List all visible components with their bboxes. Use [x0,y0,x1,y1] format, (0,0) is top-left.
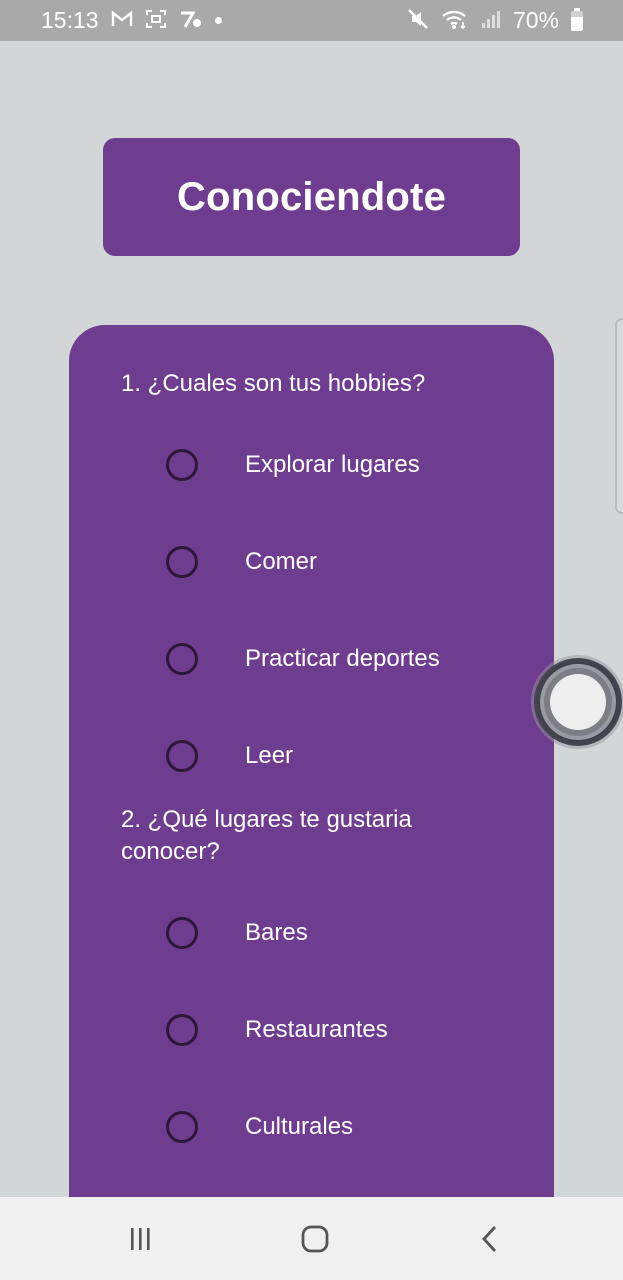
app-notification-icon [179,9,203,33]
option-explorar-lugares[interactable]: Explorar lugares [166,445,526,485]
option-practicar-deportes[interactable]: Practicar deportes [166,639,526,679]
back-icon [482,1226,497,1252]
radio-button[interactable] [166,917,198,949]
radio-button[interactable] [166,449,198,481]
option-label: Explorar lugares [245,451,420,478]
option-label: Bares [245,919,308,946]
edge-panel-handle[interactable] [615,318,623,514]
title-card: Conociendote [103,138,520,256]
option-restaurantes[interactable]: Restaurantes [166,1010,526,1050]
app-screen: 15:13 70% Conociendote 1. ¿Cuales son tu… [0,0,623,1280]
option-comer[interactable]: Comer [166,542,526,582]
option-label: Practicar deportes [245,645,440,672]
option-bares[interactable]: Bares [166,913,526,953]
option-label: Restaurantes [245,1016,388,1043]
recent-apps-icon [131,1228,150,1250]
status-bar-left: 15:13 [41,7,222,34]
status-bar: 15:13 70% [0,0,623,41]
status-bar-right: 70% [407,7,583,34]
option-label: Leer [245,742,294,769]
home-button[interactable] [295,1219,335,1259]
question-1: 1. ¿Cuales son tus hobbies? [121,370,426,397]
page-title: Conociendote [176,174,447,219]
battery-icon [571,7,583,31]
questionnaire-card: 1. ¿Cuales son tus hobbies? Explorar lug… [69,325,554,1225]
option-culturales[interactable]: Culturales [166,1107,526,1147]
navigation-bar [0,1197,623,1280]
radio-button[interactable] [166,740,198,772]
screenshot-icon [145,9,167,33]
assistive-touch-icon [550,674,606,730]
radio-button[interactable] [166,643,198,675]
option-label: Culturales [245,1113,354,1140]
signal-icon [481,9,501,33]
recent-apps-button[interactable] [120,1219,160,1259]
assistive-touch-button[interactable] [534,658,622,746]
gmail-icon [111,10,133,32]
question-2: 2. ¿Qué lugares te gustaria conocer? [121,806,412,865]
dot-icon [214,17,222,24]
home-icon [301,1225,329,1253]
status-time: 15:13 [41,7,99,33]
option-label: Comer [245,548,318,575]
battery-percent: 70% [512,7,559,33]
radio-button[interactable] [166,1111,198,1143]
back-button[interactable] [470,1219,510,1259]
wifi-icon [441,8,469,34]
mute-icon [407,8,429,34]
option-leer[interactable]: Leer [166,736,526,776]
radio-button[interactable] [166,1014,198,1046]
radio-button[interactable] [166,546,198,578]
